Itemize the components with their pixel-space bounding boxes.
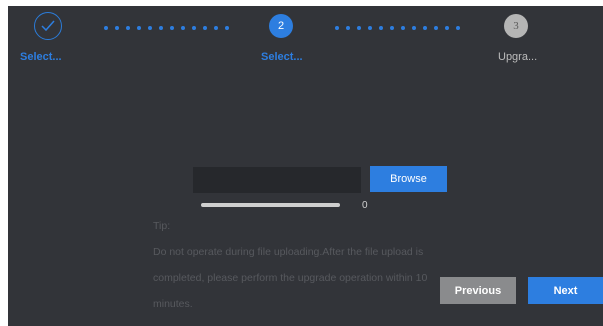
step-1-label: Select... — [20, 51, 62, 63]
previous-button[interactable]: Previous — [440, 277, 516, 304]
browse-button[interactable]: Browse — [370, 166, 447, 192]
step-3-indicator: 3 — [504, 14, 528, 38]
step-2-indicator: 2 — [269, 14, 293, 38]
step-2-label: Select... — [261, 51, 303, 63]
upload-progress-value: 0 — [362, 200, 368, 211]
check-icon — [41, 20, 55, 32]
step-3-label: Upgra... — [498, 51, 538, 63]
tip-block: Tip: Do not operate during file uploadin… — [153, 213, 453, 317]
step-connector-2 — [335, 26, 460, 30]
upgrade-wizard: Select... 2 Select... 3 Upgra... Browse … — [8, 6, 603, 326]
step-1-indicator — [34, 12, 62, 40]
upload-progress-bar — [201, 203, 340, 207]
tip-text: Do not operate during file uploading.Aft… — [153, 246, 428, 310]
tip-heading: Tip: — [153, 220, 171, 232]
next-button[interactable]: Next — [528, 277, 603, 304]
step-connector-1 — [104, 26, 229, 30]
file-path-field[interactable] — [193, 167, 361, 193]
